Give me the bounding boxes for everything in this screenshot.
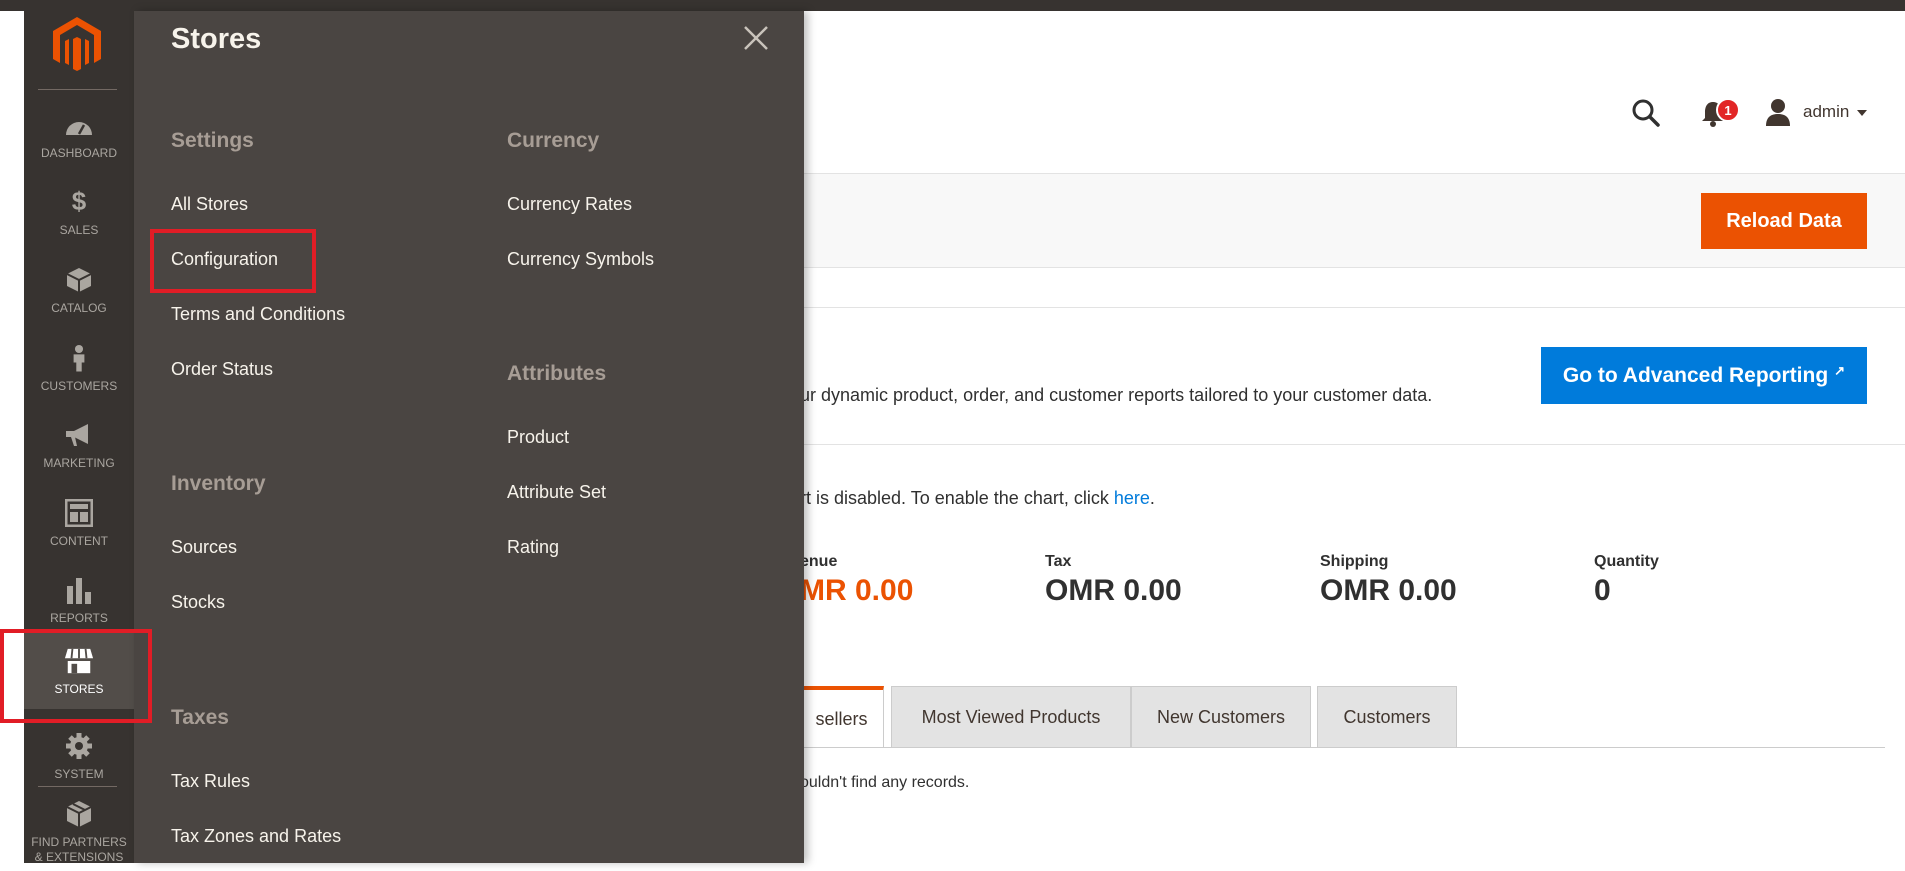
- notification-badge[interactable]: 1: [1716, 98, 1740, 122]
- tab-customers[interactable]: Customers: [1317, 686, 1457, 748]
- configuration-highlight-box: [150, 229, 316, 293]
- shipping-value: OMR 0.00: [1320, 574, 1457, 607]
- nav-marketing[interactable]: MARKETING: [24, 407, 134, 483]
- close-icon[interactable]: [742, 24, 770, 52]
- nav-label: SYSTEM: [54, 766, 104, 781]
- nav-label: FIND PARTNERS & EXTENSIONS: [31, 835, 127, 864]
- advanced-reporting-label: Go to Advanced Reporting: [1562, 363, 1829, 387]
- tab-divider: [800, 747, 1885, 748]
- section-title-attributes: Attributes: [507, 362, 607, 385]
- nav-reports[interactable]: REPORTS: [24, 562, 134, 638]
- link-terms-and-conditions[interactable]: Terms and Conditions: [171, 304, 345, 325]
- nav-divider: [38, 786, 117, 787]
- logo-divider: [38, 89, 117, 90]
- section-title-settings: Settings: [171, 129, 254, 152]
- advanced-reporting-button[interactable]: Go to Advanced Reporting ↗: [1541, 347, 1867, 404]
- gear-icon: [64, 731, 94, 761]
- nav-label: MARKETING: [43, 455, 115, 470]
- nav-label: CONTENT: [50, 533, 108, 548]
- user-icon[interactable]: [1765, 98, 1791, 126]
- shipping-label: Shipping: [1320, 553, 1389, 570]
- tab-bestsellers[interactable]: sellers: [800, 686, 884, 748]
- link-sources[interactable]: Sources: [171, 537, 237, 558]
- link-stocks[interactable]: Stocks: [171, 592, 225, 613]
- link-attribute-set[interactable]: Attribute Set: [507, 482, 606, 503]
- link-currency-symbols[interactable]: Currency Symbols: [507, 249, 654, 270]
- nav-dashboard[interactable]: DASHBOARD: [24, 97, 134, 173]
- cubes-icon: [64, 799, 94, 829]
- nav-label: SALES: [59, 222, 99, 237]
- stores-highlight-box: [0, 629, 152, 723]
- dollar-icon: $: [71, 186, 87, 216]
- layout-icon: [64, 498, 94, 528]
- flyout-title: Stores: [171, 23, 262, 55]
- section-title-currency: Currency: [507, 129, 600, 152]
- top-bar: [0, 0, 1905, 11]
- quantity-value: 0: [1594, 574, 1611, 607]
- chart-note-end: .: [1149, 488, 1155, 508]
- quantity-label: Quantity: [1594, 553, 1659, 570]
- link-order-status[interactable]: Order Status: [171, 359, 273, 380]
- revenue-value: MR 0.00: [800, 574, 914, 607]
- tab-most-viewed-products[interactable]: Most Viewed Products: [891, 686, 1131, 748]
- chart-disabled-note: rt is disabled. To enable the chart, cli…: [800, 488, 1155, 509]
- nav-label: CUSTOMERS: [40, 378, 118, 393]
- nav-system[interactable]: SYSTEM: [24, 718, 134, 794]
- left-margin: [0, 11, 24, 863]
- link-all-stores[interactable]: All Stores: [171, 194, 248, 215]
- nav-content[interactable]: CONTENT: [24, 485, 134, 561]
- nav-customers[interactable]: CUSTOMERS: [24, 330, 134, 406]
- box-icon: [64, 265, 94, 295]
- tab-new-customers[interactable]: New Customers: [1131, 686, 1311, 748]
- revenue-label: enue: [800, 553, 838, 570]
- nav-label: DASHBOARD: [40, 145, 117, 160]
- section-title-taxes: Taxes: [171, 706, 229, 729]
- link-product[interactable]: Product: [507, 427, 569, 448]
- no-records-message: ouldn't find any records.: [800, 774, 970, 791]
- nav-catalog[interactable]: CATALOG: [24, 252, 134, 328]
- megaphone-icon: [64, 420, 94, 450]
- dashboard-icon: [64, 110, 94, 140]
- person-icon: [64, 343, 94, 373]
- chart-note-text: rt is disabled. To enable the chart, cli…: [800, 488, 1114, 508]
- nav-label: CATALOG: [51, 300, 107, 315]
- section-title-inventory: Inventory: [171, 472, 266, 495]
- link-tax-rules[interactable]: Tax Rules: [171, 771, 250, 792]
- advanced-reporting-text: ur dynamic product, order, and customer …: [800, 385, 1433, 405]
- search-icon[interactable]: [1630, 98, 1662, 128]
- enable-chart-link[interactable]: here: [1114, 488, 1150, 508]
- tax-value: OMR 0.00: [1045, 574, 1182, 607]
- tax-label: Tax: [1045, 553, 1072, 570]
- reload-data-button[interactable]: Reload Data: [1701, 193, 1867, 249]
- bar-chart-icon: [64, 575, 94, 605]
- magento-logo-icon[interactable]: [53, 17, 101, 71]
- nav-find-partners[interactable]: FIND PARTNERS & EXTENSIONS: [24, 795, 134, 871]
- link-currency-rates[interactable]: Currency Rates: [507, 194, 632, 215]
- external-link-icon: ↗: [1834, 362, 1846, 378]
- caret-down-icon[interactable]: [1857, 110, 1867, 116]
- link-rating[interactable]: Rating: [507, 537, 559, 558]
- nav-label: REPORTS: [50, 610, 108, 625]
- nav-sales[interactable]: $ SALES: [24, 174, 134, 250]
- admin-user-menu[interactable]: admin: [1803, 102, 1849, 122]
- link-tax-zones-and-rates[interactable]: Tax Zones and Rates: [171, 826, 341, 847]
